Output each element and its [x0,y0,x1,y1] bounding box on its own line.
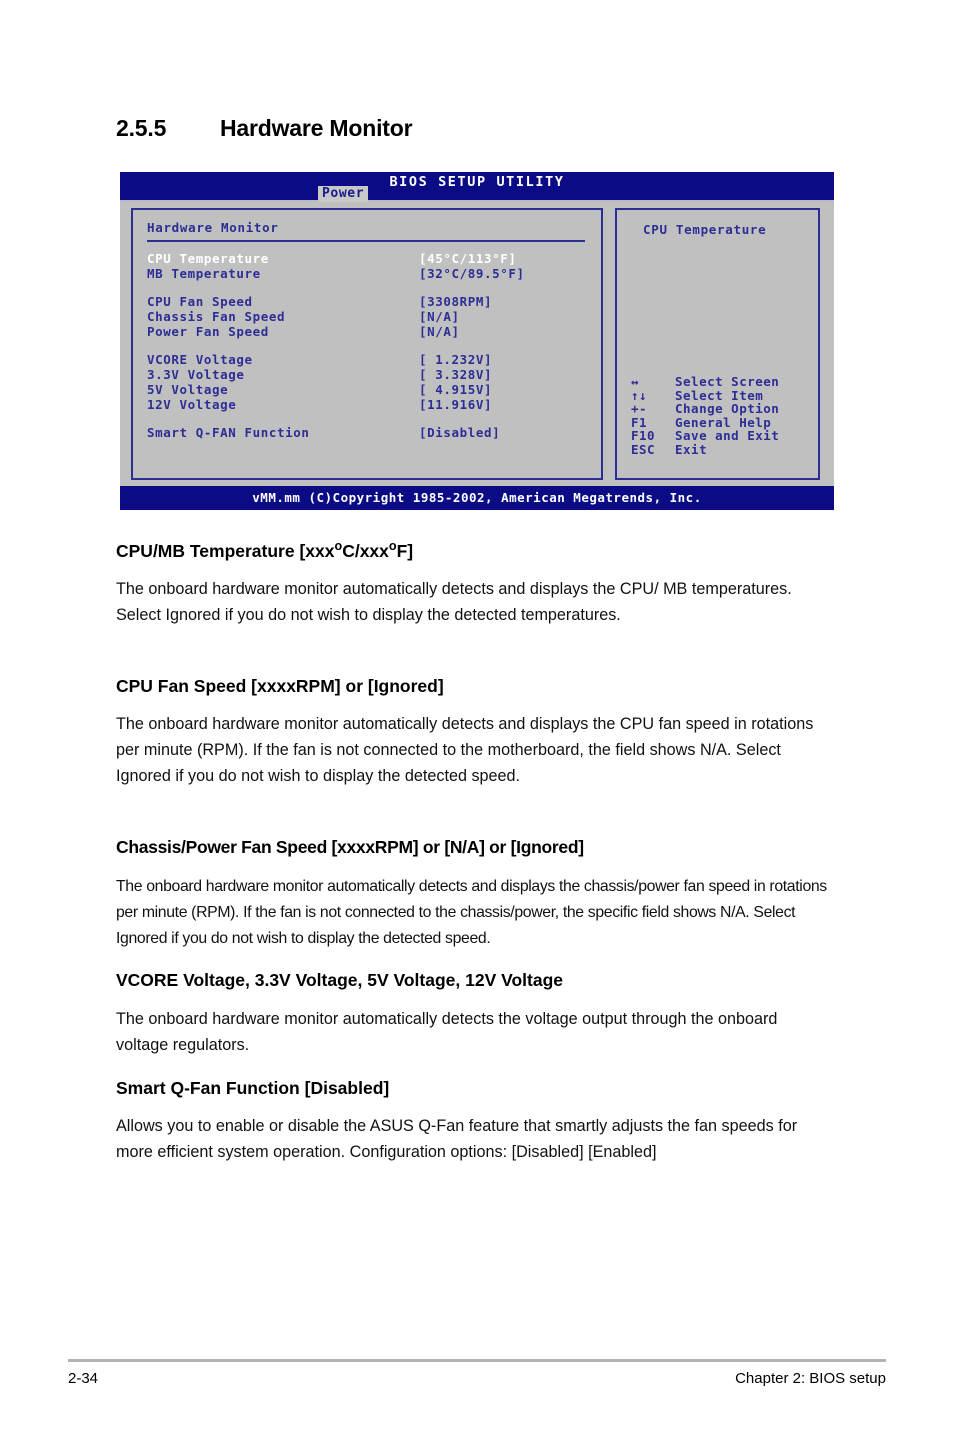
paragraph-cpu-fan-speed: The onboard hardware monitor automatical… [116,715,814,785]
subheading-cpu-mb-temperature: CPU/MB Temperature [xxxoC/xxxoF] [116,539,414,562]
bios-item-row[interactable]: VCORE Voltage [ 1.232V] [147,352,587,367]
bios-item-label: CPU Fan Speed [147,294,253,309]
bios-row-spacer [147,412,587,425]
subheading-part-3: F] [396,541,414,561]
bios-item-label: 5V Voltage [147,382,229,397]
bios-item-row[interactable]: 5V Voltage [ 4.915V] [147,382,587,397]
key-legend-key: +- [631,401,648,416]
bios-row-spacer [147,339,587,352]
key-legend-row: F1 General Help [631,414,779,430]
bios-copyright-bar: vMM.mm (C)Copyright 1985-2002, American … [120,486,834,510]
key-legend-row: F10 Save and Exit [631,429,779,443]
key-legend-action: Exit [675,441,708,457]
bios-item-row[interactable]: 12V Voltage [11.916V] [147,397,587,412]
key-legend-action: Select Item [675,387,764,403]
key-legend-key: ESC [631,441,656,457]
bios-item-label: Chassis Fan Speed [147,309,286,324]
paragraph-voltages: The onboard hardware monitor automatical… [116,1010,778,1054]
page-title: 2.5.5 Hardware Monitor [116,115,413,142]
key-legend-row: +- Change Option [631,402,779,416]
bios-item-row[interactable]: CPU Temperature [45°C/113°F] [147,251,587,266]
heading-divider [147,240,585,242]
key-legend-action: Change Option [675,401,780,416]
document-page: 2.5.5 Hardware Monitor BIOS SETUP UTILITY… [0,0,954,1438]
bios-item-list: CPU Temperature [45°C/113°F] MB Temperatur… [147,251,587,440]
bios-help-panel: CPU Temperature ↔ Select Screen ↑↓ Select I… [615,208,820,480]
hardware-monitor-heading: Hardware Monitor [147,220,279,235]
subheading-part-2: C/xxx [342,541,389,561]
bios-settings-panel: Hardware Monitor CPU Temperature [45°C/11… [131,208,603,480]
tab-power[interactable]: Power [318,186,369,202]
bios-item-label: MB Temperature [147,266,261,281]
bios-item-label: CPU Temperature [147,251,269,266]
bios-setup-screenshot: BIOS SETUP UTILITY Power Hardware Monito… [120,172,834,510]
key-legend-key: F10 [631,428,656,443]
subheading-cpu-fan-speed: CPU Fan Speed [xxxxRPM] or [Ignored] [116,676,444,696]
bios-title-bar: BIOS SETUP UTILITY Power [120,172,834,202]
subheading-voltages: VCORE Voltage, 3.3V Voltage, 5V Voltage,… [116,970,564,990]
bios-item-row[interactable]: MB Temperature [32°C/89.5°F] [147,266,587,281]
bios-item-value: [ 4.915V] [419,382,493,397]
bios-item-label: 12V Voltage [147,397,237,412]
key-legend-row: ↔ Select Screen [631,375,779,389]
bios-item-row[interactable]: CPU Fan Speed [3308RPM] [147,294,587,309]
bios-item-row[interactable]: 3.3V Voltage [ 3.328V] [147,367,587,382]
key-legend: ↔ Select Screen ↑↓ Select Item +- Change Opti… [631,375,779,456]
bios-item-label: VCORE Voltage [147,352,253,367]
bios-row-spacer [147,281,587,294]
bios-item-label: 3.3V Voltage [147,367,245,382]
bios-item-value: [3308RPM] [419,294,493,309]
key-legend-key: ↔ [631,374,640,389]
section-number: 2.5.5 [116,115,167,141]
key-legend-action: General Help [675,414,772,430]
section-title: Hardware Monitor [220,115,413,141]
bios-item-value: [Disabled] [419,425,501,440]
bios-item-value: [N/A] [419,309,460,324]
subheading-smart-q-fan: Smart Q-Fan Function [Disabled] [116,1078,390,1098]
footer-divider [68,1359,886,1362]
key-legend-key: F1 [631,414,648,430]
bios-utility-title: BIOS SETUP UTILITY [389,174,565,190]
bios-item-value: [11.916V] [419,397,493,412]
bios-item-row[interactable]: Power Fan Speed [N/A] [147,324,587,339]
key-legend-row: ↑↓ Select Item [631,387,779,403]
bios-item-value: [32°C/89.5°F] [419,266,525,281]
bios-item-value: [ 3.328V] [419,367,493,382]
bios-item-value: [45°C/113°F] [419,251,517,266]
subheading-part-1: CPU/MB Temperature [xxx [116,541,335,561]
help-title: CPU Temperature [643,222,767,237]
bios-item-value: [N/A] [419,324,460,339]
key-legend-action: Select Screen [675,374,780,389]
bios-body: Hardware Monitor CPU Temperature [45°C/11… [120,202,834,486]
degree-symbol-icon: o [388,539,397,554]
bios-item-value: [ 1.232V] [419,352,493,367]
subheading-chassis-power-fan-speed: Chassis/Power Fan Speed [xxxxRPM] or [N/… [116,837,584,857]
key-legend-key: ↑↓ [631,387,648,403]
bios-item-row[interactable]: Chassis Fan Speed [N/A] [147,309,587,324]
key-legend-action: Save and Exit [675,428,780,443]
footer-chapter-label: Chapter 2: BIOS setup [735,1370,886,1387]
paragraph-cpu-mb-temperature: The onboard hardware monitor automatical… [116,580,792,624]
key-legend-row: ESC Exit [631,441,779,457]
paragraph-smart-q-fan: Allows you to enable or disable the ASUS… [116,1117,798,1161]
footer-page-number: 2-34 [68,1370,99,1387]
bios-item-row[interactable]: Smart Q-FAN Function [Disabled] [147,425,587,440]
bios-item-label: Smart Q-FAN Function [147,425,310,440]
paragraph-chassis-power-fan-speed: The onboard hardware monitor automatical… [116,878,827,947]
bios-item-label: Power Fan Speed [147,324,269,339]
